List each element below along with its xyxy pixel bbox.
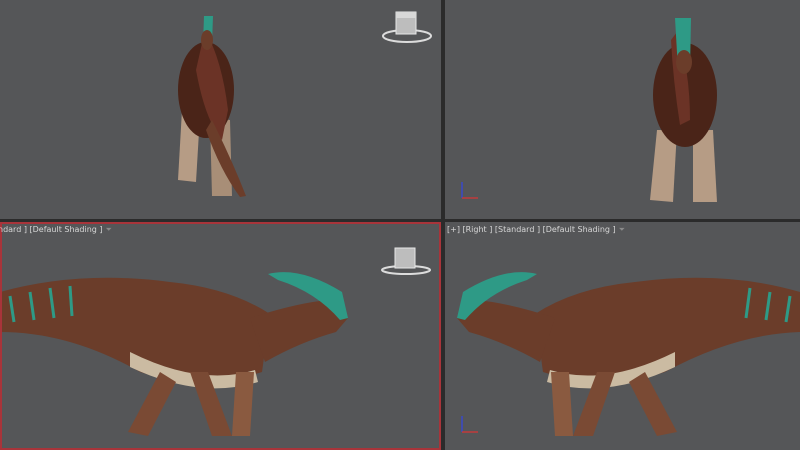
viewport-label-text[interactable]: ndard ] [Default Shading ] bbox=[0, 225, 103, 234]
viewport-label[interactable]: ndard ] [Default Shading ] ⏷ bbox=[0, 225, 112, 235]
viewport-bottom-right[interactable]: [+] [Right ] [Standard ] [Default Shadin… bbox=[445, 222, 800, 450]
viewport-bottom-left[interactable]: ndard ] [Default Shading ] ⏷ bbox=[0, 222, 441, 450]
funnel-icon[interactable]: ⏷ bbox=[619, 225, 625, 234]
dinosaur-front-view bbox=[650, 18, 717, 202]
dinosaur-rear-view bbox=[178, 16, 246, 197]
axis-tripod-icon bbox=[459, 180, 479, 200]
viewport-label[interactable]: [+] [Right ] [Standard ] [Default Shadin… bbox=[447, 225, 625, 235]
dinosaur-right-side-view bbox=[457, 272, 800, 436]
viewcube-icon[interactable] bbox=[380, 246, 434, 276]
viewport-label-text[interactable]: [+] [Right ] [Standard ] [Default Shadin… bbox=[447, 225, 616, 234]
dinosaur-left-side-view bbox=[0, 272, 348, 436]
viewport-top-right[interactable] bbox=[445, 0, 800, 219]
funnel-icon[interactable]: ⏷ bbox=[106, 225, 112, 234]
viewport-top-left[interactable] bbox=[0, 0, 441, 219]
axis-tripod-icon bbox=[459, 414, 479, 434]
viewcube-icon[interactable] bbox=[380, 10, 434, 46]
